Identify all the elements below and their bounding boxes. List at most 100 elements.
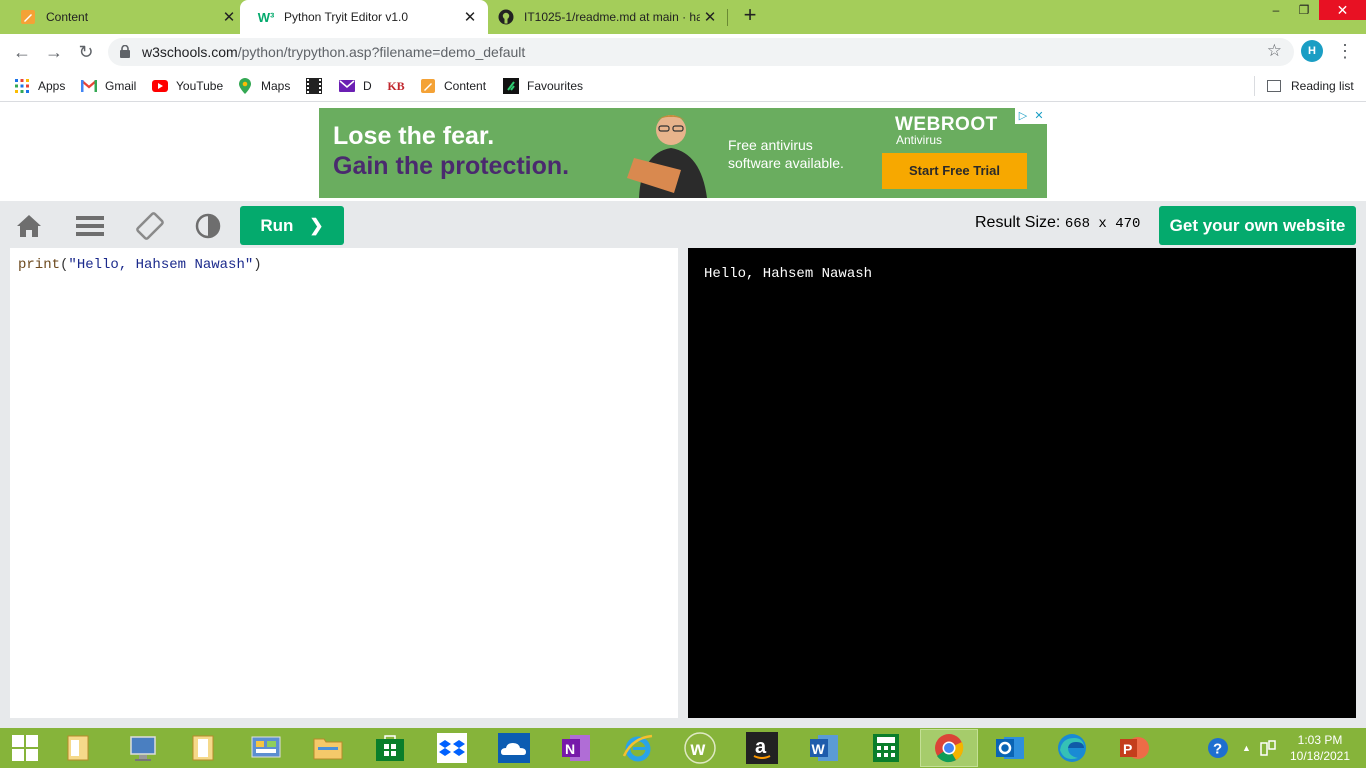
run-button[interactable]: Run ❯ bbox=[240, 206, 344, 245]
menu-kebab-icon[interactable]: ⋮ bbox=[1336, 40, 1354, 62]
gmail-icon bbox=[81, 78, 97, 94]
result-size: Result Size: 668 x 470 bbox=[975, 214, 1140, 232]
taskbar-chrome-icon[interactable] bbox=[920, 729, 978, 767]
network-icon[interactable] bbox=[1259, 739, 1277, 757]
windows-logo-icon bbox=[12, 735, 38, 761]
taskbar-internet-explorer-icon[interactable] bbox=[622, 732, 654, 764]
minimize-button[interactable]: – bbox=[1262, 0, 1290, 20]
bookmark-film[interactable] bbox=[306, 76, 330, 96]
restore-button[interactable]: ❐ bbox=[1290, 0, 1318, 20]
tab-separator bbox=[727, 9, 728, 26]
menu-icon[interactable] bbox=[75, 211, 105, 241]
bookmarks-bar: Apps Gmail YouTube Maps D KB Content Fav… bbox=[0, 70, 1366, 102]
bookmark-maps[interactable]: Maps bbox=[237, 76, 290, 96]
rotate-orientation-icon[interactable] bbox=[135, 211, 165, 241]
profile-avatar[interactable]: H bbox=[1301, 40, 1323, 62]
taskbar-onenote-icon[interactable]: N bbox=[560, 732, 592, 764]
get-your-own-website-button[interactable]: Get your own website bbox=[1159, 206, 1356, 245]
new-tab-button[interactable]: + bbox=[738, 4, 762, 28]
svg-text:?: ? bbox=[1213, 741, 1222, 758]
ad-choices-icon[interactable]: ▷ bbox=[1015, 108, 1031, 124]
bookmark-content[interactable]: Content bbox=[420, 76, 486, 96]
bookmark-apps[interactable]: Apps bbox=[14, 76, 65, 96]
bookmark-youtube[interactable]: YouTube bbox=[152, 76, 223, 96]
close-tab-icon[interactable]: ✕ bbox=[460, 8, 480, 26]
ad-brand-sub: Antivirus bbox=[896, 133, 943, 147]
editor-container: print("Hello, Hahsem Nawash") bbox=[0, 248, 688, 728]
code-editor[interactable]: print("Hello, Hahsem Nawash") bbox=[10, 248, 678, 718]
taskbar-store-icon[interactable] bbox=[374, 732, 406, 764]
taskbar-powerpoint-icon[interactable]: P bbox=[1118, 732, 1150, 764]
system-clock[interactable]: 1:03 PM 10/18/2021 bbox=[1280, 732, 1360, 764]
ad-person-image bbox=[627, 115, 707, 198]
taskbar-edge-icon[interactable] bbox=[1056, 732, 1088, 764]
code-function: print bbox=[18, 257, 61, 273]
taskbar-documents-icon[interactable] bbox=[187, 732, 219, 764]
bookmark-favourites[interactable]: Favourites bbox=[503, 76, 583, 96]
taskbar-w-app-icon[interactable]: w bbox=[684, 732, 716, 764]
taskbar-control-panel-icon[interactable] bbox=[250, 732, 282, 764]
clock-date: 10/18/2021 bbox=[1289, 749, 1351, 763]
kb-icon: KB bbox=[387, 78, 405, 93]
reading-list-button[interactable]: Reading list bbox=[1254, 76, 1354, 96]
taskbar-calculator-icon[interactable] bbox=[870, 732, 902, 764]
browser-tab-strip: Content ✕ W³ Python Tryit Editor v1.0 ✕ … bbox=[0, 0, 1366, 34]
youtube-icon bbox=[152, 78, 168, 94]
taskbar-onedrive-icon[interactable] bbox=[498, 732, 530, 764]
svg-text:N: N bbox=[565, 741, 575, 757]
github-icon bbox=[498, 9, 514, 25]
output-text: Hello, Hahsem Nawash bbox=[704, 266, 873, 282]
svg-text:P: P bbox=[1123, 741, 1132, 757]
close-window-button[interactable]: ✕ bbox=[1319, 0, 1366, 20]
pencil-icon bbox=[20, 9, 36, 25]
reload-icon[interactable]: ↻ bbox=[75, 41, 97, 63]
bookmark-star-icon[interactable]: ☆ bbox=[1267, 41, 1282, 61]
ad-close-icon[interactable]: ✕ bbox=[1031, 108, 1047, 124]
url-host: w3schools.com bbox=[142, 44, 238, 60]
result-size-label: Result Size: bbox=[975, 214, 1061, 231]
address-bar[interactable]: w3schools.com/python/trypython.asp?filen… bbox=[108, 38, 1294, 66]
start-button[interactable] bbox=[9, 732, 41, 764]
bookmark-label: Apps bbox=[38, 79, 66, 93]
theme-contrast-icon[interactable] bbox=[193, 211, 223, 241]
tab-title: Content bbox=[46, 10, 89, 24]
chevron-up-icon[interactable]: ▲ bbox=[1242, 743, 1251, 753]
lock-icon bbox=[120, 45, 130, 58]
ad-body-line-2: software available. bbox=[728, 155, 844, 171]
taskbar-amazon-icon[interactable]: a bbox=[746, 732, 778, 764]
code-string: "Hello, Hahsem Nawash" bbox=[68, 257, 254, 273]
bookmark-gmail[interactable]: Gmail bbox=[81, 76, 136, 96]
taskbar-file-icon[interactable] bbox=[62, 732, 94, 764]
tab-python-tryit[interactable]: W³ Python Tryit Editor v1.0 ✕ bbox=[240, 0, 488, 34]
taskbar-computer-icon[interactable] bbox=[128, 732, 160, 764]
ad-choices[interactable]: ▷ ✕ bbox=[1015, 108, 1047, 124]
help-icon[interactable]: ? bbox=[1206, 736, 1230, 760]
taskbar-file-explorer-icon[interactable] bbox=[312, 732, 344, 764]
taskbar-outlook-icon[interactable] bbox=[994, 732, 1026, 764]
result-size-value: 668 x 470 bbox=[1064, 216, 1141, 232]
taskbar-word-icon[interactable]: W bbox=[808, 732, 840, 764]
code-line[interactable]: print("Hello, Hahsem Nawash") bbox=[18, 257, 262, 273]
tab-github-readme[interactable]: IT1025-1/readme.md at main · ha ✕ bbox=[488, 0, 728, 34]
close-tab-icon[interactable]: ✕ bbox=[219, 8, 239, 26]
bookmark-d[interactable]: D bbox=[339, 76, 372, 96]
tab-content[interactable]: Content ✕ bbox=[0, 0, 247, 34]
forward-icon[interactable]: → bbox=[43, 41, 65, 63]
home-icon[interactable] bbox=[14, 211, 44, 241]
close-tab-icon[interactable]: ✕ bbox=[700, 8, 720, 26]
ad-headline-2: Gain the protection. bbox=[333, 152, 570, 180]
ad-banner[interactable]: Lose the fear. Gain the protection. Free… bbox=[319, 108, 1047, 198]
bookmark-label: Gmail bbox=[105, 79, 137, 93]
taskbar-dropbox-icon[interactable] bbox=[436, 732, 468, 764]
mail-icon bbox=[339, 78, 355, 94]
bookmark-label: Favourites bbox=[527, 79, 584, 93]
reading-list-icon bbox=[1267, 80, 1281, 92]
bookmark-kb[interactable]: KB bbox=[387, 76, 412, 96]
browser-toolbar: ← → ↻ w3schools.com/python/trypython.asp… bbox=[0, 34, 1366, 70]
back-icon[interactable]: ← bbox=[11, 41, 33, 63]
ad-cta-button[interactable]: Start Free Trial bbox=[882, 153, 1027, 189]
bookmark-label: Content bbox=[444, 79, 487, 93]
bookmark-label: Maps bbox=[261, 79, 291, 93]
ad-body-text: Free antivirus software available. bbox=[728, 136, 844, 172]
svg-text:W: W bbox=[812, 741, 826, 757]
